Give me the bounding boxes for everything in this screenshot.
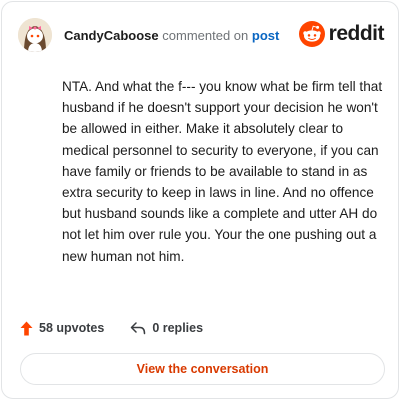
reply-arrow-icon	[131, 321, 146, 334]
reddit-logo-icon	[298, 21, 325, 47]
snoo-avatar-icon	[18, 18, 52, 52]
comment-author[interactable]: CandyCaboose	[64, 28, 159, 43]
upvote-label: 58 upvotes	[39, 321, 105, 335]
comment-body: NTA. And what the f--- you know what be …	[62, 79, 383, 264]
user-avatar[interactable]	[18, 18, 52, 52]
view-conversation-button[interactable]: View the conversation	[20, 353, 385, 385]
comment-stats: 58 upvotes 0 replies	[20, 318, 203, 338]
reddit-logo[interactable]: reddit	[298, 20, 385, 48]
reply-count[interactable]: 0 replies	[130, 321, 203, 335]
upvote-count[interactable]: 58 upvotes	[20, 321, 104, 336]
comment-byline: CandyCaboose commented on post	[64, 28, 279, 43]
reddit-wordmark: reddit	[328, 22, 385, 45]
comment-header: CandyCaboose commented on post reddit	[18, 18, 385, 52]
post-link[interactable]: post	[252, 28, 279, 43]
upvote-arrow-icon	[20, 321, 33, 335]
comment-action: commented on	[162, 28, 249, 43]
comment-card: CandyCaboose commented on post reddit NT…	[1, 1, 399, 399]
reply-label: 0 replies	[152, 321, 204, 335]
